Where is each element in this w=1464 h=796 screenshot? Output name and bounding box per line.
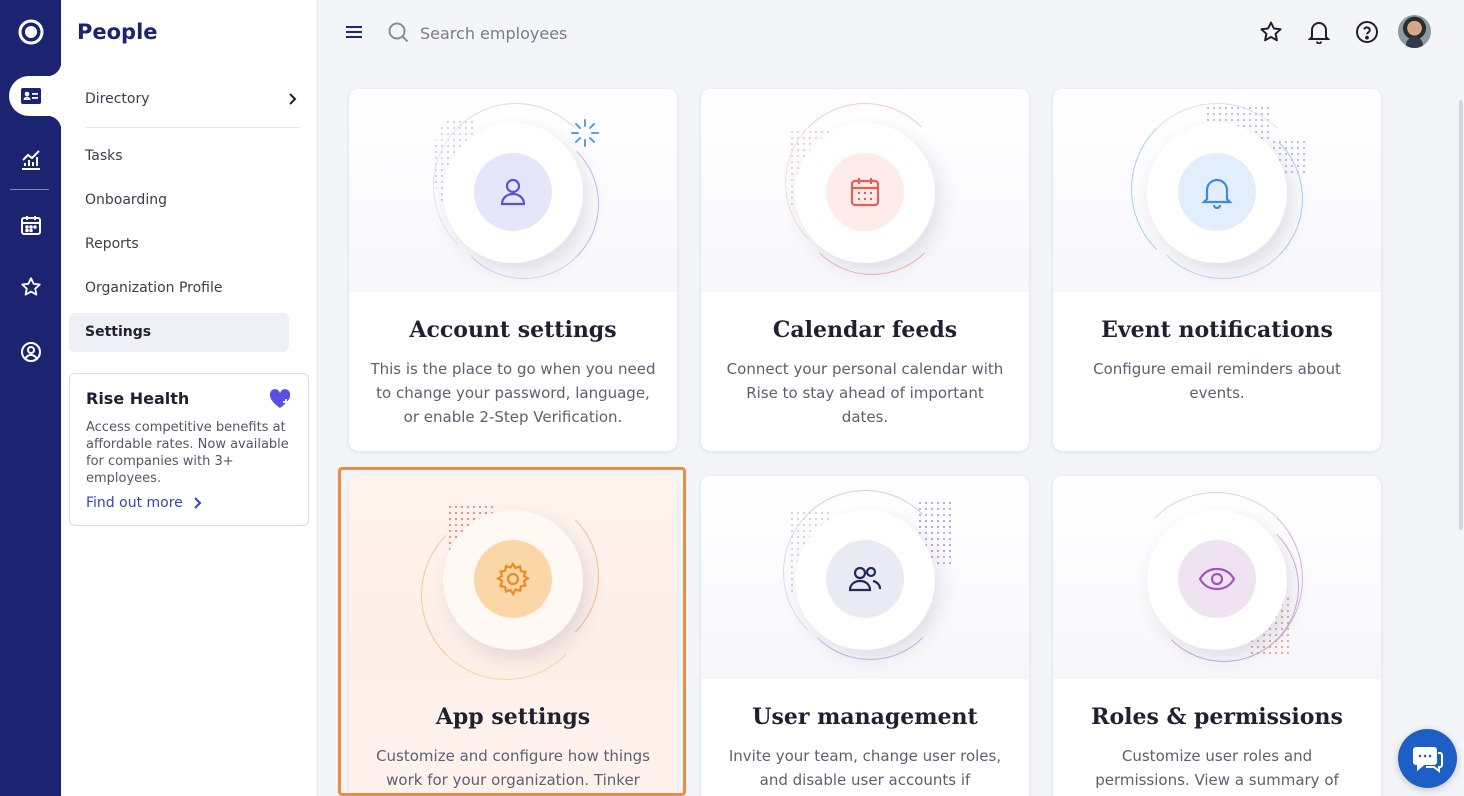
icon-rail [0,0,61,796]
calendar-icon[interactable] [0,205,61,245]
logo-icon[interactable] [0,12,61,52]
gear-icon [474,540,552,618]
search-person-icon[interactable] [0,332,61,372]
chat-icon [1412,746,1443,773]
card-description: Customize user roles and permissions. Vi… [1095,747,1339,789]
card-illustration [349,476,677,680]
sparkle-icon [571,119,599,147]
star-icon[interactable] [0,267,61,307]
avatar[interactable] [1398,15,1431,48]
card-user-management[interactable]: User management Invite your team, change… [701,476,1029,796]
scrollbar[interactable] [1459,100,1463,530]
sidebar-item-reports[interactable]: Reports [85,236,139,252]
nav-divider [85,127,300,128]
card-illustration [701,89,1029,292]
bell-icon [1178,153,1256,231]
sidebar: People Directory Tasks Onboarding Report… [61,0,318,796]
bell-icon[interactable] [1307,20,1331,44]
card-description: Invite your team, change user roles, and… [728,747,1002,789]
card-description: Connect your personal calendar with Rise… [726,360,1004,426]
card-illustration [701,476,1029,679]
calendar-icon [826,153,904,231]
sidebar-item-onboarding[interactable]: Onboarding [85,192,167,208]
card-illustration [349,89,677,292]
card-account-settings[interactable]: Account settings This is the place to go… [349,89,677,451]
card-title: Event notifications [1101,317,1333,343]
card-description: This is the place to go when you need to… [370,360,656,426]
card-title: Roles & permissions [1091,704,1343,730]
card-roles-permissions[interactable]: Roles & permissions Customize user roles… [1053,476,1381,796]
card-app-settings[interactable]: App settings Customize and configure how… [349,476,677,796]
card-calendar-feeds[interactable]: Calendar feeds Connect your personal cal… [701,89,1029,451]
promo-title: Rise Health [86,389,190,408]
search-icon [387,21,409,48]
help-icon[interactable] [1355,20,1379,44]
heart-plus-icon [268,388,292,415]
chevron-right-icon[interactable] [287,92,297,111]
favorites-star-icon[interactable] [1259,20,1283,44]
card-description: Customize and configure how things work … [376,747,650,789]
card-title: Account settings [409,317,617,343]
card-illustration [1053,476,1381,679]
card-event-notifications[interactable]: Event notifications Configure email remi… [1053,89,1381,451]
eye-icon [1178,540,1256,618]
chevron-right-icon [194,497,202,509]
people-card-icon[interactable] [0,76,61,116]
sidebar-item-settings[interactable]: Settings [85,324,151,340]
chat-button[interactable] [1398,729,1457,788]
rail-divider [10,189,49,190]
card-illustration [1053,89,1381,292]
users-icon [826,540,904,618]
hamburger-menu-icon[interactable] [344,22,366,47]
find-out-more-link[interactable]: Find out more [86,495,202,511]
card-title: App settings [435,704,591,730]
search-input[interactable] [420,20,720,46]
analytics-icon[interactable] [0,140,61,180]
sidebar-item-directory[interactable]: Directory [85,91,150,107]
card-description: Configure email reminders about events. [1093,360,1341,402]
user-icon [474,153,552,231]
app-title: People [77,20,158,44]
sidebar-item-tasks[interactable]: Tasks [85,148,123,164]
card-title: User management [752,704,978,730]
find-out-more-label[interactable]: Find out more [86,495,183,511]
sidebar-item-organization-profile[interactable]: Organization Profile [85,280,222,296]
rise-health-promo: Rise Health Access competitive benefits … [69,373,309,526]
card-title: Calendar feeds [772,317,958,343]
promo-body: Access competitive benefits at affordabl… [86,420,289,486]
